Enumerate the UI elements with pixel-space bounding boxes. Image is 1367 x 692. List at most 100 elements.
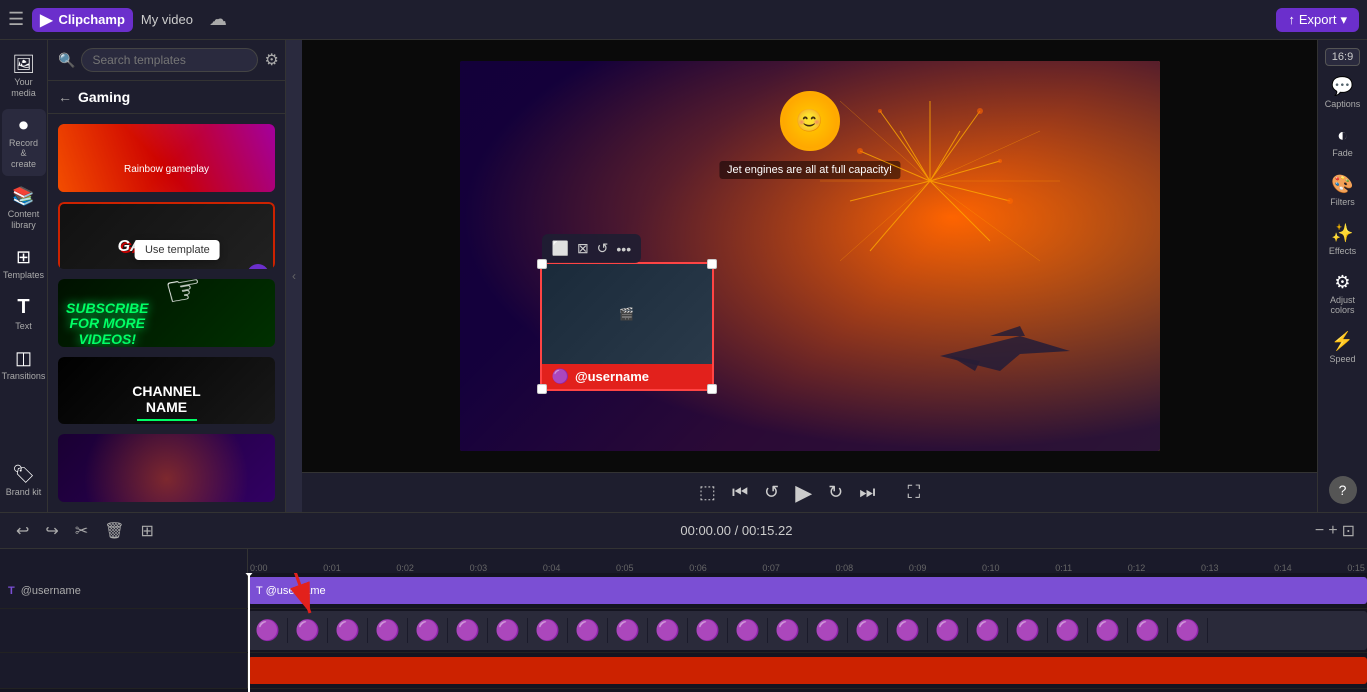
aspect-ratio-badge[interactable]: 16:9 <box>1325 48 1360 66</box>
play-button[interactable]: ▶ <box>791 476 816 510</box>
sidebar-item-content-library[interactable]: 📚 Content library <box>2 180 46 237</box>
rpanel-effects[interactable]: ✨ Effects <box>1321 217 1365 262</box>
brand-kit-icon: 🏷 <box>12 464 35 485</box>
sidebar-item-your-media[interactable]: 🖼 Your media <box>2 48 46 105</box>
undo-button[interactable]: ↩ <box>12 517 33 545</box>
track-content-video[interactable] <box>248 653 1367 688</box>
use-template-tooltip: Use template <box>135 240 220 260</box>
track-label-text: T @username <box>0 573 248 608</box>
app-logo[interactable]: ▶ Clipchamp <box>32 8 133 32</box>
resize-handle-bl[interactable] <box>537 384 547 394</box>
twitch-icon-1: 🟣 <box>248 618 288 643</box>
resize-handle-tr[interactable] <box>707 259 717 269</box>
back-arrow-icon: ← <box>58 89 72 105</box>
record-icon: ⏺ <box>19 115 28 136</box>
pip-username-bar: 🟣 @username <box>542 364 712 389</box>
resize-handle-br[interactable] <box>707 384 717 394</box>
help-button[interactable]: ? <box>1329 476 1357 504</box>
twitch-icon-8: 🟣 <box>528 618 568 643</box>
rpanel-fade[interactable]: ◐ Fade <box>1321 119 1365 164</box>
timeline-tracks: T @username T @username 🟣 🟣 🟣 🟣 🟣 <box>0 573 1367 692</box>
template-card-outro[interactable]: SUBSCRIBEFOR MOREVIDEOS! 00:08 Modern ga… <box>58 279 275 347</box>
sidebar-item-text[interactable]: T Text <box>2 290 46 338</box>
text-clip[interactable]: T @username <box>248 577 1367 604</box>
template-thumb-3: SUBSCRIBEFOR MOREVIDEOS! 00:08 <box>58 279 275 347</box>
rewind-btn[interactable]: ↺ <box>760 478 783 507</box>
pip-rotate-btn[interactable]: ↺ <box>595 238 611 259</box>
twitch-icon-15: 🟣 <box>808 618 848 643</box>
twitch-icon-11: 🟣 <box>648 618 688 643</box>
fullscreen-btn[interactable]: ⛶ <box>903 478 924 507</box>
twitch-icon-23: 🟣 <box>1128 618 1168 643</box>
menu-icon[interactable]: ☰ <box>8 9 24 30</box>
rpanel-captions[interactable]: 💬 Captions <box>1321 70 1365 115</box>
track-content-text[interactable]: T @username <box>248 573 1367 608</box>
zoom-out-button[interactable]: − <box>1315 522 1324 540</box>
cut-button[interactable]: ✂ <box>71 517 92 545</box>
sidebar-item-templates[interactable]: ⊞ Templates <box>2 241 46 287</box>
track-content-icons[interactable]: 🟣 🟣 🟣 🟣 🟣 🟣 🟣 🟣 🟣 🟣 🟣 🟣 🟣 🟣 🟣 🟣 <box>248 609 1367 652</box>
pip-resize-btn[interactable]: ⊠ <box>575 238 591 259</box>
pip-container[interactable]: ⬜ ⊠ ↺ ••• 🎬 🟣 @username <box>540 262 714 391</box>
twitch-icon-6: 🟣 <box>448 618 488 643</box>
category-title: Gaming <box>78 89 130 105</box>
sidebar-item-record-create[interactable]: ⏺ Record &create <box>2 109 46 176</box>
panel-collapse-button[interactable]: ‹ <box>286 40 302 512</box>
template-thumb-1: Rainbow gameplay 00:16 <box>58 124 275 192</box>
sidebar-item-transitions[interactable]: ◫ Transitions <box>2 342 46 388</box>
timeline-zoom: − + ⊡ <box>1315 521 1355 541</box>
twitch-icon-10: 🟣 <box>608 618 648 643</box>
video-canvas[interactable]: 😊 Jet engines are all at full capacity! <box>302 40 1317 472</box>
twitch-icon-2: 🟣 <box>288 618 328 643</box>
template-card-5[interactable]: 00:05 Gaming template <box>58 434 275 502</box>
app-name: Clipchamp <box>58 12 124 27</box>
pip-toggle-btn[interactable]: ⬚ <box>695 478 720 507</box>
resize-handle-tl[interactable] <box>537 259 547 269</box>
timeline-ruler: 0:00 0:01 0:02 0:03 0:04 0:05 0:06 0:07 … <box>0 549 1367 573</box>
rpanel-speed[interactable]: ⚡ Speed <box>1321 325 1365 370</box>
transitions-icon: ◫ <box>15 348 32 369</box>
panel-back-button[interactable]: ← Gaming <box>48 81 285 114</box>
icons-clip: 🟣 🟣 🟣 🟣 🟣 🟣 🟣 🟣 🟣 🟣 🟣 🟣 🟣 🟣 🟣 🟣 <box>248 611 1367 650</box>
twitch-icon-9: 🟣 <box>568 618 608 643</box>
export-button[interactable]: ↑ Export ▾ <box>1276 8 1359 32</box>
template-card-rainbow[interactable]: Rainbow gameplay 00:16 Rainbow gameplay … <box>58 124 275 192</box>
adjust-colors-icon: ⚙ <box>1334 272 1350 293</box>
filter-icon[interactable]: ⚙ <box>264 50 278 70</box>
video-title[interactable]: My video <box>141 12 193 27</box>
twitch-icon-5: 🟣 <box>408 618 448 643</box>
sidebar-item-brand-kit[interactable]: 🏷 Brand kit <box>2 458 46 504</box>
delete-button[interactable]: 🗑 <box>100 517 128 545</box>
rpanel-filters[interactable]: 🎨 Filters <box>1321 168 1365 213</box>
search-icon: 🔍 <box>58 52 75 69</box>
template-card-intro[interactable]: CHANNELNAME 00:08 Modern gaming Youtube … <box>58 357 275 425</box>
twitch-icon-4: 🟣 <box>368 618 408 643</box>
twitch-icon-14: 🟣 <box>768 618 808 643</box>
forward-btn[interactable]: ↻ <box>824 478 847 507</box>
content-library-icon: 📚 <box>12 186 34 207</box>
redo-button[interactable]: ↪ <box>41 517 62 545</box>
pip-username: @username <box>575 369 649 384</box>
export-icon: ↑ <box>1288 12 1295 27</box>
timeline-toolbar: ↩ ↪ ✂ 🗑 ⊞ 00:00.00 / 00:15.22 − + ⊡ <box>0 513 1367 549</box>
fit-button[interactable]: ⊡ <box>1342 521 1355 541</box>
pip-crop-btn[interactable]: ⬜ <box>550 238 571 259</box>
template-list: Rainbow gameplay 00:16 Rainbow gameplay … <box>48 114 285 512</box>
skip-back-btn[interactable]: ⏮ <box>728 478 752 507</box>
template-panel: 🔍 ⚙ ← Gaming Rainbow gameplay 00:16 Rain… <box>48 40 286 512</box>
track-text-overlay: T @username T @username <box>0 573 1367 609</box>
rpanel-adjust-colors[interactable]: ⚙ Adjust colors <box>1321 266 1365 321</box>
your-media-icon: 🖼 <box>12 54 35 75</box>
coin-icon: 😊 <box>780 91 840 151</box>
export-chevron: ▾ <box>1340 12 1347 28</box>
twitch-icon-13: 🟣 <box>728 618 768 643</box>
zoom-in-button[interactable]: + <box>1328 522 1337 540</box>
playhead[interactable] <box>248 573 250 692</box>
video-clip[interactable] <box>248 657 1367 684</box>
template-card-geometric[interactable]: GAME OVER 00:02 + Use template Geometric… <box>58 202 275 270</box>
right-panel: 16:9 💬 Captions ◐ Fade 🎨 Filters ✨ Effec… <box>1317 40 1367 512</box>
duplicate-button[interactable]: ⊞ <box>137 517 158 545</box>
skip-forward-btn[interactable]: ⏭ <box>855 478 879 507</box>
search-input[interactable] <box>81 48 258 72</box>
pip-more-btn[interactable]: ••• <box>614 239 633 259</box>
